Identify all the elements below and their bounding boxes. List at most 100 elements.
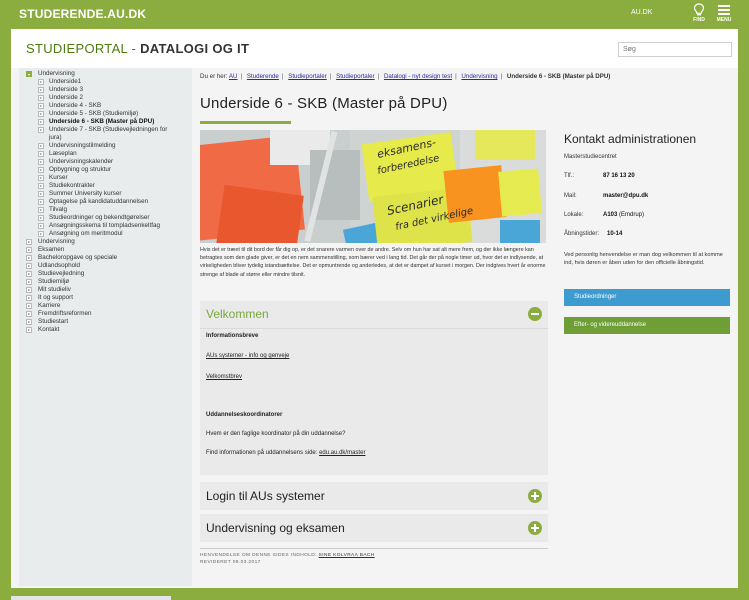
link-edu-master[interactable]: edu.au.dk/master: [319, 450, 365, 456]
hours-label: Åbningstider:: [564, 231, 600, 237]
accordion-undervisning[interactable]: Undervisning og eksamen: [200, 514, 548, 542]
contact-note: Ved personlig henvendelse er man dog vel…: [564, 252, 723, 266]
sidebar-item[interactable]: Underside 4 - SKB: [19, 102, 192, 110]
arrow-right-icon: [38, 119, 44, 125]
inquiry-contact-link[interactable]: SINE KOLVRAA BACH: [319, 553, 375, 558]
sidebar-item[interactable]: Underside 2: [19, 94, 192, 102]
breadcrumb-link-undervisning[interactable]: Undervisning: [461, 73, 497, 80]
sidebar-item-label: Undervisningstilmelding: [49, 142, 116, 149]
sidebar-item[interactable]: Opbygning og struktur: [19, 166, 192, 174]
sidebar-item[interactable]: Mit studieliv: [19, 286, 192, 294]
horizontal-scrollbar[interactable]: [11, 596, 171, 600]
accordion-undervisning-title[interactable]: Undervisning og eksamen: [206, 521, 345, 535]
location-extra: (Emdrup): [617, 212, 645, 218]
portal-title-bold: DATALOGI OG IT: [140, 41, 250, 56]
sidebar-item[interactable]: Undervisningskalender: [19, 158, 192, 166]
sidebar-item[interactable]: Udlandsophold: [19, 262, 192, 270]
portal-title[interactable]: STUDIEPORTAL - DATALOGI OG IT: [26, 41, 249, 56]
sidebar-item[interactable]: Undervisning: [19, 238, 192, 246]
sidebar-item-label: Underside 6 - SKB (Master på DPU): [49, 118, 155, 125]
sidebar-item[interactable]: Underside 5 - SKB (Studiemiljø): [19, 110, 192, 118]
sidebar-item-label: Underside 4 - SKB: [49, 102, 102, 109]
breadcrumb-link-studieportaler[interactable]: Studieportaler: [288, 73, 327, 80]
accordion-login-title[interactable]: Login til AUs systemer: [206, 489, 325, 503]
accordion-velkommen: Velkommen Informationsbreve AUs systemer…: [200, 301, 548, 475]
sidebar-item[interactable]: Tilvalg: [19, 206, 192, 214]
arrow-right-icon: [38, 111, 44, 117]
sidebar-item[interactable]: Studievejledning: [19, 270, 192, 278]
link-velkomstbrev[interactable]: Velkomstbrev: [206, 374, 242, 380]
sidebar-item[interactable]: Læseplan: [19, 150, 192, 158]
arrow-right-icon: [38, 191, 44, 197]
sidebar-item[interactable]: Bacheloropgave og speciale: [19, 254, 192, 262]
sidebar-item[interactable]: Ansøgning om meritmodul: [19, 230, 192, 238]
sidebar-item-label: Udlandsophold: [38, 262, 81, 269]
arrow-right-icon: [38, 159, 44, 165]
studieordninger-button[interactable]: Studieordninger: [564, 289, 730, 306]
au-dk-link[interactable]: AU.DK: [631, 9, 652, 16]
sidebar-item[interactable]: Studiestart: [19, 318, 192, 326]
arrow-right-icon: [26, 255, 32, 261]
sidebar-item-label: Ansøgningsskema til tompladsenkeltfag: [49, 222, 160, 229]
inquiry-label: HENVENDELSE OM DENNE SIDES INDHOLD:: [200, 553, 317, 558]
portal-title-prefix: STUDIEPORTAL -: [26, 41, 141, 56]
sidebar-item-label: Kontakt: [38, 326, 60, 333]
sidebar-item[interactable]: Kurser: [19, 174, 192, 182]
arrow-right-icon: [38, 103, 44, 109]
sidebar-item[interactable]: Summer University kurser: [19, 190, 192, 198]
location-value: A103 (Emdrup): [603, 212, 644, 218]
sidebar-item[interactable]: Optagelse på kandidatuddannelsen: [19, 198, 192, 206]
sidebar-item-label: Studiekontrakter: [49, 182, 95, 189]
arrow-right-icon: [38, 87, 44, 93]
sidebar-item[interactable]: Ansøgningsskema til tompladsenkeltfag: [19, 222, 192, 230]
find-button[interactable]: FIND: [687, 3, 711, 23]
sidebar-item[interactable]: Studieordninger og bekendtgørelser: [19, 214, 192, 222]
breadcrumb-link-studerende[interactable]: Studerende: [247, 73, 279, 80]
sidebar-item-label: Studiemiljø: [38, 278, 70, 285]
arrow-right-icon: [26, 287, 32, 293]
sidebar-item-label: Underside 2: [49, 94, 83, 101]
sidebar-item[interactable]: Karriere: [19, 302, 192, 310]
mail-value[interactable]: master@dpu.dk: [603, 193, 648, 199]
arrow-right-icon: [38, 223, 44, 229]
sidebar-item[interactable]: Underside1: [19, 78, 192, 86]
sidebar-item[interactable]: Eksamen: [19, 246, 192, 254]
expanded-arrow-icon: [26, 71, 32, 77]
sidebar-item-label: Underside 5 - SKB (Studiemiljø): [49, 110, 139, 117]
menu-button[interactable]: MENU: [712, 3, 736, 23]
sidebar-item-label: Fremdriftsreformen: [38, 310, 92, 317]
sidebar-item-label: Eksamen: [38, 246, 65, 253]
arrow-right-icon: [38, 143, 44, 149]
sidebar-item[interactable]: Fremdriftsreformen: [19, 310, 192, 318]
accordion-velkommen-title[interactable]: Velkommen: [206, 307, 269, 321]
expand-plus-icon[interactable]: [528, 521, 542, 535]
breadcrumb-link-studieportaler-2[interactable]: Studieportaler: [336, 73, 375, 80]
sidebar-item[interactable]: Underside 6 - SKB (Master på DPU): [19, 118, 192, 126]
search-input[interactable]: [618, 42, 732, 57]
site-logo-link[interactable]: STUDERENDE.AU.DK: [19, 7, 146, 21]
breadcrumb-link-datalogi[interactable]: Datalogi - nyt design test: [384, 73, 452, 80]
sidebar-item[interactable]: Underside 3: [19, 86, 192, 94]
frame-left: [0, 29, 11, 600]
sidebar-item-label: Undervisningskalender: [49, 158, 114, 165]
sidebar-item[interactable]: Kontakt: [19, 326, 192, 334]
sidebar-item[interactable]: Studiemiljø: [19, 278, 192, 286]
collapse-minus-icon[interactable]: [528, 307, 542, 321]
link-aus-systemer[interactable]: AUs systemer - info og genveje: [206, 353, 289, 359]
sidebar-item-label: Studiestart: [38, 318, 69, 325]
arrow-right-icon: [38, 199, 44, 205]
efter-videreuddannelse-button[interactable]: Efter- og videreuddannelse: [564, 317, 730, 334]
breadcrumb-prefix: Du er her:: [200, 73, 228, 80]
accordion-login[interactable]: Login til AUs systemer: [200, 482, 548, 510]
expand-plus-icon[interactable]: [528, 489, 542, 503]
arrow-right-icon: [26, 279, 32, 285]
arrow-right-icon: [38, 183, 44, 189]
sidebar-item[interactable]: Studiekontrakter: [19, 182, 192, 190]
find-label: FIND: [693, 17, 705, 23]
breadcrumb-link-au[interactable]: AU: [229, 73, 238, 80]
sidebar-item[interactable]: Undervisningstilmelding: [19, 142, 192, 150]
sidebar-item[interactable]: Underside 7 - SKB (Studievejledningen fo…: [19, 126, 192, 142]
sidebar-item-label: Ansøgning om meritmodul: [49, 230, 123, 237]
sidebar-item[interactable]: It og support: [19, 294, 192, 302]
sidebar-item[interactable]: Undervisning: [19, 70, 192, 78]
